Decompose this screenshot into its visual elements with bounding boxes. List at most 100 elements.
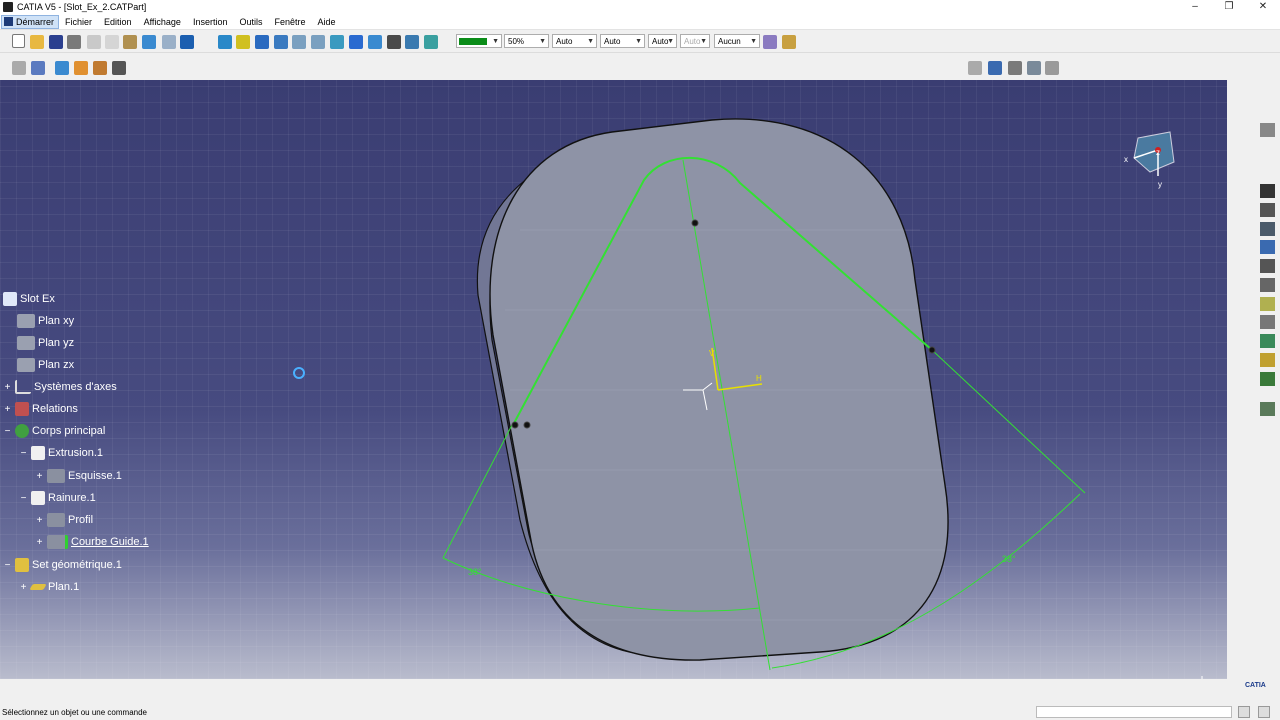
chevron-down-icon: ▼ [750,38,757,45]
menu-aide[interactable]: Aide [318,17,336,27]
pad-tool-icon[interactable] [1260,184,1275,198]
compass-icon[interactable]: x y z [1120,128,1182,190]
tree-root[interactable]: Slot Ex [3,290,55,308]
dimension-label-right[interactable]: 38° [1002,554,1016,564]
shaft-tool-icon[interactable] [1260,222,1275,236]
product-icon[interactable] [1045,61,1059,75]
dimension-label-left[interactable]: 38° [468,567,482,577]
expand-icon[interactable]: + [3,382,12,392]
menu-outils[interactable]: Outils [239,17,262,27]
fillet-tool-icon[interactable] [1260,372,1275,386]
normal-view-icon[interactable] [330,35,344,49]
tree-item-plan-zx[interactable]: Plan zx [17,356,74,374]
tree-item-corps-principal[interactable]: − Corps principal [3,422,105,440]
open-icon[interactable] [30,35,44,49]
menu-affichage[interactable]: Affichage [144,17,181,27]
command-input[interactable] [1036,706,1232,718]
tree-item-plan1[interactable]: + Plan.1 [19,578,80,596]
sketch-point [928,346,936,354]
stiffener-tool-icon[interactable] [1260,315,1275,329]
constraint-icon[interactable] [74,61,88,75]
save-icon[interactable] [49,35,63,49]
window-controls: – ❐ ✕ [1178,0,1280,14]
tree-item-courbe-guide[interactable]: + Courbe Guide.1 [35,533,149,551]
loft-tool-icon[interactable] [1260,334,1275,348]
expand-icon[interactable]: + [19,582,28,592]
fit-all-icon[interactable] [236,35,250,49]
tree-item-extrusion[interactable]: − Extrusion.1 [19,444,103,462]
power-input-icon[interactable] [1258,706,1270,718]
grid-icon[interactable] [31,61,45,75]
snap-icon[interactable] [12,61,26,75]
pan-icon[interactable] [255,35,269,49]
point-type-combo[interactable]: Auto ▼ [648,34,677,48]
workbench-switch-icon[interactable] [1260,123,1275,137]
slot-tool-icon[interactable] [1260,297,1275,311]
expand-icon[interactable]: + [35,537,44,547]
shading-icon[interactable] [387,35,401,49]
menu-insertion[interactable]: Insertion [193,17,228,27]
tree-item-relations[interactable]: + Relations [3,400,78,418]
measure-icon[interactable] [93,61,107,75]
rotate-icon[interactable] [274,35,288,49]
fly-mode-icon[interactable] [218,35,232,49]
rib-tool-icon[interactable] [1260,278,1275,292]
new-icon[interactable] [12,34,25,48]
expand-icon[interactable]: + [35,471,44,481]
zoom-out-icon[interactable] [311,35,325,49]
line-thickness-combo[interactable]: Auto ▼ [552,34,597,48]
pocket-tool-icon[interactable] [1260,203,1275,217]
catalog-icon[interactable] [968,61,982,75]
swap-space-icon[interactable] [424,35,438,49]
chevron-down-icon: ▼ [492,38,499,45]
painter-icon[interactable] [763,35,777,49]
tree-item-systemes-axes[interactable]: + Systèmes d'axes [3,378,117,396]
tree-item-plan-xy[interactable]: Plan xy [17,312,74,330]
zoom-in-icon[interactable] [292,35,306,49]
sketch-icon[interactable] [1008,61,1022,75]
3d-viewport[interactable]: H V 38° 38° x y z Slot Ex Plan xy Plan y… [0,80,1227,679]
menu-fenetre[interactable]: Fenêtre [274,17,305,27]
tree-item-rainure[interactable]: − Rainure.1 [19,489,96,507]
boolean-tool-icon[interactable] [1260,402,1275,416]
collapse-icon[interactable]: − [3,426,12,436]
view-plane-icon[interactable] [988,61,1002,75]
collapse-icon[interactable]: − [3,560,12,570]
tree-item-set-geometrique[interactable]: − Set géométrique.1 [3,556,122,574]
print-icon[interactable] [67,35,81,49]
tools-icon[interactable] [112,61,126,75]
menu-fichier[interactable]: Fichier [65,17,92,27]
menu-start[interactable]: Démarrer [1,14,60,29]
tree-item-esquisse[interactable]: + Esquisse.1 [35,467,122,485]
redo-icon[interactable] [162,35,176,49]
iso-view-icon[interactable] [368,35,382,49]
collapse-icon[interactable]: − [19,448,28,458]
copy-icon[interactable] [105,35,119,49]
tree-item-plan-yz[interactable]: Plan yz [17,334,74,352]
expand-icon[interactable]: + [3,404,12,414]
transparency-combo[interactable]: 50% ▼ [504,34,549,48]
history-icon[interactable] [1238,706,1250,718]
groove-tool-icon[interactable] [1260,240,1275,254]
paste-icon[interactable] [123,35,137,49]
hole-tool-icon[interactable] [1260,259,1275,273]
line-type-combo[interactable]: Auto ▼ [600,34,645,48]
render-style-combo[interactable]: Aucun ▼ [714,34,760,48]
expand-icon[interactable]: + [35,515,44,525]
restore-button[interactable]: ❐ [1212,0,1246,14]
collapse-icon[interactable]: − [19,493,28,503]
workbench-icon[interactable] [1027,61,1041,75]
brush-icon[interactable] [782,35,796,49]
undo-icon[interactable] [142,35,156,49]
status-message: Sélectionnez un objet ou une commande [2,708,147,717]
cut-icon[interactable] [87,35,101,49]
analysis-icon[interactable] [55,61,69,75]
multi-view-icon[interactable] [349,35,363,49]
whats-this-icon[interactable] [180,35,194,49]
remove-loft-icon[interactable] [1260,353,1275,367]
tree-item-profil[interactable]: + Profil [35,511,93,529]
menu-edition[interactable]: Edition [104,17,132,27]
minimize-button[interactable]: – [1178,0,1212,14]
close-button[interactable]: ✕ [1246,0,1280,14]
hide-show-icon[interactable] [405,35,419,49]
